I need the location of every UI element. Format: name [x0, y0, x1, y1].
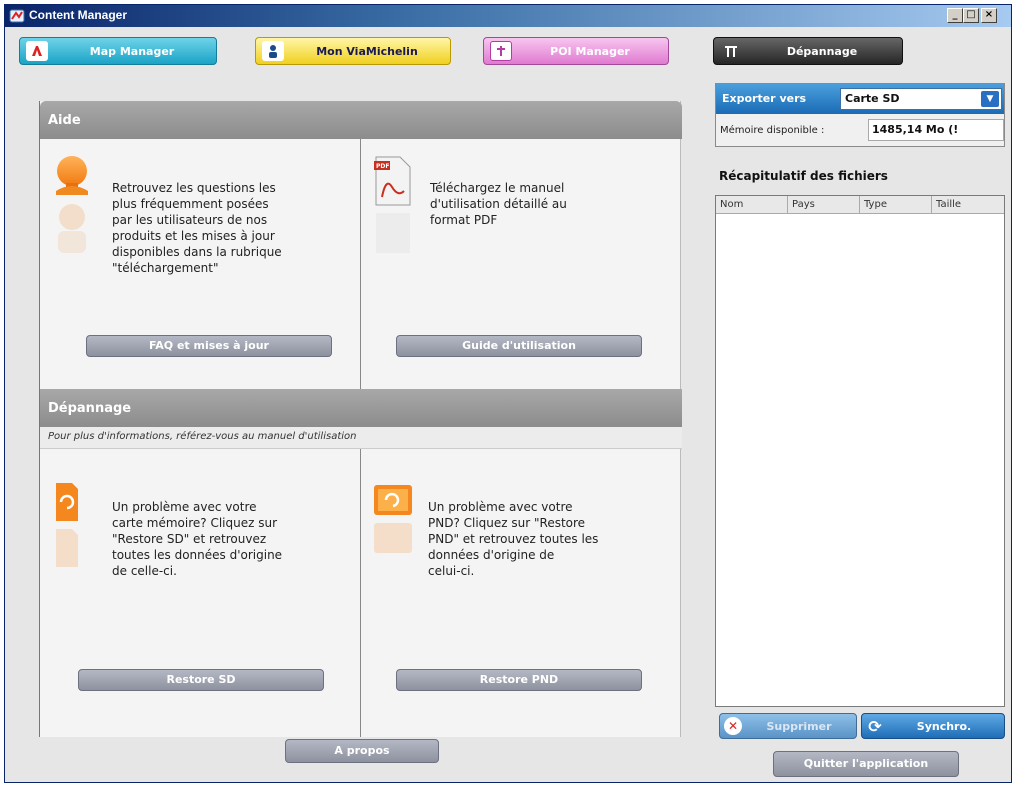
- supprimer-button[interactable]: ✕ Supprimer: [719, 713, 857, 739]
- poi-manager-label: POI Manager: [550, 44, 630, 58]
- restore-pnd-button[interactable]: Restore PND: [396, 669, 642, 691]
- synchro-button[interactable]: ⟳ Synchro.: [861, 713, 1005, 739]
- mon-viamichelin-button[interactable]: Mon ViaMichelin: [255, 37, 451, 65]
- supprimer-label: Supprimer: [766, 719, 832, 733]
- restore-sd-description: Un problème avec votre carte mémoire? Cl…: [112, 500, 283, 578]
- pnd-restore-icon: [374, 485, 412, 553]
- title-bar[interactable]: Content Manager _ □ ×: [5, 5, 1011, 27]
- depannage-subtitle: Pour plus d'informations, référez-vous a…: [40, 427, 682, 449]
- a-propos-button[interactable]: A propos: [285, 739, 439, 763]
- column-taille[interactable]: Taille: [932, 196, 1004, 213]
- chevron-down-icon[interactable]: ▼: [981, 91, 999, 107]
- map-manager-button[interactable]: Map Manager: [19, 37, 217, 65]
- file-table-header: Nom Pays Type Taille: [716, 196, 1004, 214]
- guide-button[interactable]: Guide d'utilisation: [396, 335, 642, 357]
- faq-button[interactable]: FAQ et mises à jour: [86, 335, 332, 357]
- app-icon: [9, 9, 25, 23]
- guide-description: Téléchargez le manuel d'utilisation déta…: [430, 181, 567, 227]
- poi-manager-button[interactable]: POI Manager: [483, 37, 669, 65]
- map-manager-label: Map Manager: [89, 44, 175, 58]
- column-nom[interactable]: Nom: [716, 196, 788, 213]
- aide-divider: [360, 139, 361, 389]
- maximize-button[interactable]: □: [963, 8, 979, 23]
- column-pays[interactable]: Pays: [788, 196, 860, 213]
- svg-text:PDF: PDF: [376, 163, 389, 170]
- export-row: Exporter vers Carte SD ▼: [716, 84, 1004, 114]
- mon-viamichelin-label: Mon ViaMichelin: [316, 44, 418, 58]
- quitter-button[interactable]: Quitter l'application: [773, 751, 959, 777]
- sync-icon: ⟳: [868, 716, 882, 736]
- help-panel: Aide Retrouvez les questions les plus fr…: [39, 101, 682, 737]
- content-manager-window: Content Manager _ □ × Map Manager Mon Vi…: [4, 4, 1012, 783]
- client-area: Map Manager Mon ViaMichelin POI Manager …: [5, 27, 1011, 782]
- delete-icon: ✕: [724, 717, 742, 735]
- pdf-icon: PDF: [374, 156, 411, 253]
- column-type[interactable]: Type: [860, 196, 932, 213]
- map-icon: [26, 41, 48, 61]
- file-summary-table[interactable]: Nom Pays Type Taille: [715, 195, 1005, 707]
- faq-description: Retrouvez les questions les plus fréquem…: [112, 181, 282, 275]
- export-box: Exporter vers Carte SD ▼ Mémoire disponi…: [715, 83, 1005, 147]
- export-target-value: Carte SD: [845, 92, 900, 105]
- restore-pnd-description: Un problème avec votre PND? Cliquez sur …: [428, 500, 599, 578]
- help-person-icon: [56, 156, 88, 253]
- memory-label: Mémoire disponible :: [720, 125, 825, 136]
- poi-icon: [490, 41, 512, 61]
- close-button[interactable]: ×: [981, 8, 997, 23]
- aide-header: Aide: [40, 101, 682, 139]
- synchro-label: Synchro.: [916, 719, 972, 733]
- memory-value: 1485,14 Mo (!: [868, 119, 1004, 141]
- depannage-divider: [360, 449, 361, 737]
- depannage-button[interactable]: Dépannage: [713, 37, 903, 65]
- depannage-label: Dépannage: [786, 44, 858, 58]
- tools-icon: [720, 41, 742, 61]
- window-title: Content Manager: [29, 8, 128, 22]
- sd-card-restore-icon: [56, 483, 78, 567]
- minimize-button[interactable]: _: [947, 8, 963, 23]
- export-target-select[interactable]: Carte SD ▼: [840, 88, 1002, 110]
- recap-title: Récapitulatif des fichiers: [719, 169, 888, 183]
- depannage-header: Dépannage: [40, 389, 682, 427]
- person-icon: [262, 41, 284, 61]
- export-label: Exporter vers: [722, 92, 807, 105]
- restore-sd-button[interactable]: Restore SD: [78, 669, 324, 691]
